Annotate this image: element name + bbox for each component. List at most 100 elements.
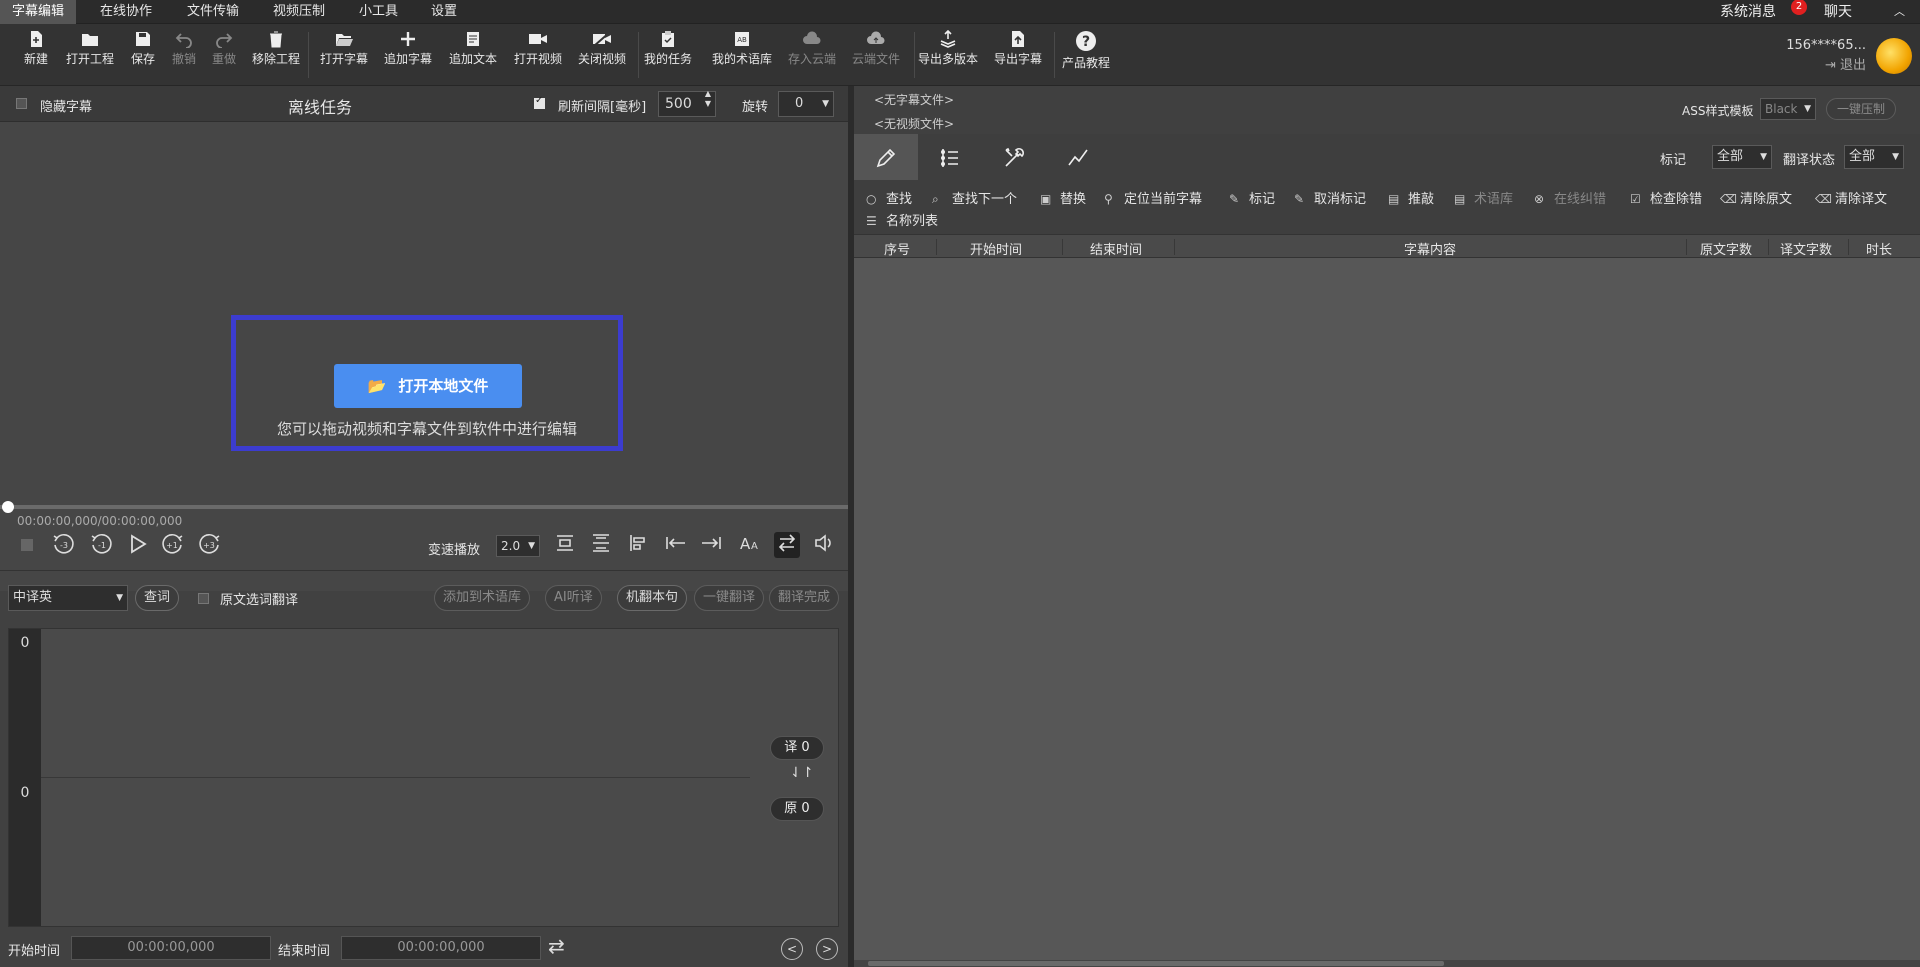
align-center-icon[interactable]	[588, 532, 614, 558]
ai-listen-translate-button[interactable]: AI听译	[545, 585, 602, 611]
previous-button[interactable]: <	[781, 938, 803, 960]
col-duration[interactable]: 时长	[1866, 239, 1892, 258]
scrollbar-thumb[interactable]	[868, 961, 1444, 966]
logout-link[interactable]: ⇥ 退出	[1786, 56, 1866, 76]
add-to-glossary-button[interactable]: 添加到术语库	[434, 585, 531, 611]
my-tasks-button[interactable]: 我的任务	[632, 30, 704, 80]
next-button[interactable]: >	[816, 938, 838, 960]
col-translation-chars[interactable]: 译文字数	[1780, 239, 1832, 258]
rewind-1s-icon[interactable]: -1	[88, 532, 114, 558]
play-icon[interactable]	[124, 532, 150, 558]
forward-3s-icon[interactable]: +3	[197, 532, 223, 558]
translation-status-select[interactable]: 全部 ▼	[1844, 145, 1904, 169]
append-subtitle-button[interactable]: 追加字幕	[372, 30, 444, 80]
col-start-time[interactable]: 开始时间	[970, 239, 1022, 258]
remove-project-button[interactable]: 移除工程	[240, 30, 312, 80]
tab-timeline[interactable]	[918, 134, 982, 180]
swap-lines-icon[interactable]	[774, 532, 800, 558]
tab-chart[interactable]	[1046, 134, 1110, 180]
check-errors-button[interactable]: ☑ 检查除错	[1630, 188, 1702, 207]
product-tutorial-button[interactable]: ? 产品教程	[1050, 30, 1122, 80]
col-content[interactable]: 字幕内容	[1404, 239, 1456, 258]
export-file-icon	[1012, 31, 1024, 47]
lookup-button[interactable]: 查词	[135, 585, 180, 611]
menu-video-burn[interactable]: 视频压制	[261, 0, 337, 24]
source-select-translate-checkbox[interactable]	[198, 593, 209, 604]
rewind-3s-icon[interactable]: -3	[50, 532, 76, 558]
online-correction-button[interactable]: ⊗ 在线纠错	[1534, 188, 1606, 207]
speed-label: 变速播放	[428, 543, 481, 558]
open-subtitle-button[interactable]: 打开字幕	[308, 30, 380, 80]
save-to-cloud-button[interactable]: 存入云端	[776, 30, 848, 80]
speed-select[interactable]: 2.0 ▼	[496, 535, 540, 557]
cloud-files-button[interactable]: 云端文件	[840, 30, 912, 80]
jump-start-icon[interactable]	[662, 532, 688, 558]
spinner-arrows-icon[interactable]: ▲ ▼	[705, 89, 711, 109]
volume-icon[interactable]	[811, 532, 837, 558]
unmark-button[interactable]: ✎ 取消标记	[1294, 188, 1366, 207]
chat-menu[interactable]: 聊天	[1824, 0, 1852, 24]
my-glossary-button[interactable]: AB 我的术语库	[704, 30, 780, 80]
jump-end-icon[interactable]	[699, 532, 725, 558]
drop-zone[interactable]: 📂 打开本地文件 您可以拖动视频和字幕文件到软件中进行编辑	[231, 315, 623, 451]
name-list-button[interactable]: ☰ 名称列表	[866, 210, 938, 229]
stop-icon[interactable]	[14, 532, 40, 558]
chevron-up-icon[interactable]: ︿	[1894, 0, 1905, 24]
line-gutter	[9, 629, 41, 926]
find-next-button[interactable]: ⌕ 查找下一个	[932, 188, 1017, 207]
line-number-bottom: 0	[20, 785, 30, 801]
hide-subtitle-checkbox[interactable]	[16, 98, 27, 109]
tab-tools[interactable]	[982, 134, 1046, 180]
font-size-icon[interactable]: AA	[736, 532, 762, 558]
mark-button[interactable]: ✎ 标记	[1229, 188, 1275, 207]
locate-current-button[interactable]: ⚲ 定位当前字幕	[1104, 188, 1202, 207]
translate-done-button[interactable]: 翻译完成	[769, 585, 840, 611]
refresh-interval-input[interactable]: 500 ▲ ▼	[658, 89, 716, 117]
menu-file-transfer[interactable]: 文件传输	[175, 0, 251, 24]
subtitle-table-body[interactable]	[854, 258, 1920, 960]
align-left-icon[interactable]	[625, 532, 651, 558]
text-editor[interactable]: 0 0 译 0 ⇃↾ 原 0	[8, 628, 839, 927]
menu-settings[interactable]: 设置	[419, 0, 469, 24]
translation-toolbar: 中译英 ▼ 查词 原文选词翻译 添加到术语库 AI听译 机翻本句 一键翻译 翻译…	[0, 570, 848, 626]
close-circle-icon: ⊗	[1534, 192, 1545, 206]
clear-translation-button[interactable]: ⌫ 清除译文	[1815, 188, 1887, 207]
export-multi-version-button[interactable]: 导出多版本	[912, 30, 984, 80]
find-button[interactable]: ○ 查找	[866, 188, 912, 207]
open-video-button[interactable]: 打开视频	[502, 30, 574, 80]
mark-filter-select[interactable]: 全部 ▼	[1712, 145, 1772, 169]
replace-button[interactable]: ▣ 替换	[1040, 188, 1086, 207]
menu-online-collab[interactable]: 在线协作	[88, 0, 164, 24]
clear-source-button[interactable]: ⌫ 清除原文	[1720, 188, 1792, 207]
rotate-select[interactable]: 0 ▼	[778, 91, 834, 117]
align-top-icon[interactable]	[552, 532, 578, 558]
export-subtitle-button[interactable]: 导出字幕	[982, 30, 1054, 80]
refresh-interval-checkbox[interactable]	[534, 95, 545, 109]
col-end-time[interactable]: 结束时间	[1090, 239, 1142, 258]
language-select[interactable]: 中译英 ▼	[8, 585, 128, 611]
start-time-input[interactable]: 00:00:00,000	[71, 936, 271, 960]
one-click-burn-button[interactable]: 一键压制	[1826, 98, 1897, 120]
col-source-chars[interactable]: 原文字数	[1700, 239, 1752, 258]
tab-edit[interactable]	[854, 134, 918, 180]
close-video-button[interactable]: 关闭视频	[566, 30, 638, 80]
swap-times-icon[interactable]: ⇄	[548, 934, 565, 958]
avatar[interactable]	[1876, 38, 1912, 74]
glossary-doc-icon: ▤	[1454, 192, 1466, 206]
end-time-input[interactable]: 00:00:00,000	[341, 936, 541, 960]
refine-button[interactable]: ▤ 推敲	[1388, 188, 1434, 207]
machine-translate-line-button[interactable]: 机翻本句	[617, 585, 688, 611]
ass-template-select[interactable]: Black ▼	[1760, 98, 1816, 120]
menu-subtitle-edit[interactable]: 字幕编辑	[0, 0, 77, 24]
chevron-down-icon: ▼	[1892, 152, 1899, 162]
append-text-button[interactable]: 追加文本	[437, 30, 509, 80]
one-click-translate-button[interactable]: 一键翻译	[694, 585, 765, 611]
system-messages[interactable]: 系统消息	[1720, 0, 1776, 24]
playback-progress[interactable]	[0, 505, 848, 509]
glossary-button[interactable]: ▤ 术语库	[1454, 188, 1513, 207]
forward-1s-icon[interactable]: +1	[160, 532, 186, 558]
menu-tools[interactable]: 小工具	[347, 0, 410, 24]
swap-text-icon[interactable]: ⇃↾	[790, 765, 813, 781]
col-index[interactable]: 序号	[884, 239, 910, 258]
open-local-file-button[interactable]: 📂 打开本地文件	[334, 364, 522, 408]
